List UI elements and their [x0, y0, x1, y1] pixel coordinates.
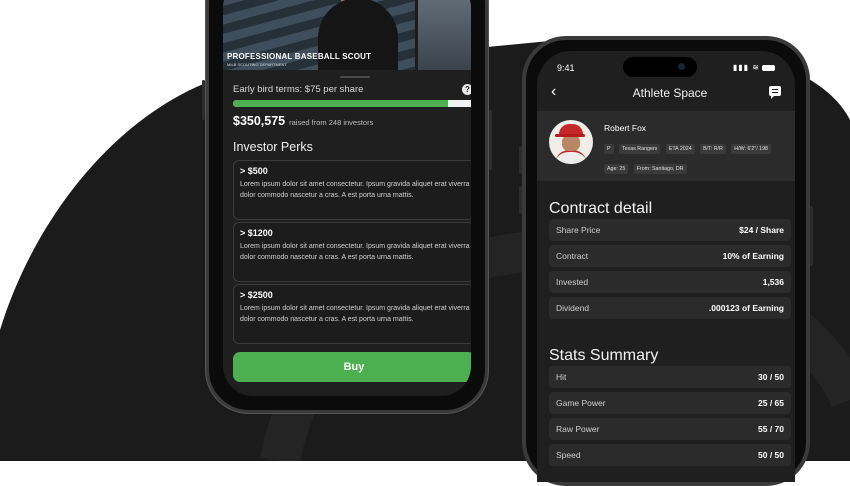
- status-time: 9:41: [557, 63, 575, 73]
- row-value: 50 / 50: [758, 450, 784, 460]
- contract-row: Invested 1,536: [549, 271, 791, 293]
- power-button: [489, 110, 492, 170]
- avatar[interactable]: [549, 120, 593, 164]
- perk-card[interactable]: > $500 Lorem ipsum dolor sit amet consec…: [233, 160, 471, 220]
- row-value: 55 / 70: [758, 424, 784, 434]
- power-button: [810, 206, 813, 266]
- perk-tier: > $1200: [240, 228, 273, 238]
- player-tag: P: [604, 144, 614, 154]
- perk-card[interactable]: > $1200 Lorem ipsum dolor sit amet conse…: [233, 222, 471, 282]
- perk-tier: > $500: [240, 166, 268, 176]
- video-second-clip: [418, 0, 471, 70]
- contract-row: Contract 10% of Earning: [549, 245, 791, 267]
- stats-row: Raw Power 55 / 70: [549, 418, 791, 440]
- screen: PROFESSIONAL BASEBALL SCOUT MILB SCOUTIN…: [223, 0, 471, 396]
- stats-row: Speed 50 / 50: [549, 444, 791, 466]
- row-value: 10% of Earning: [722, 251, 784, 261]
- contract-row: Share Price $24 / Share: [549, 219, 791, 241]
- video-thumbnail[interactable]: PROFESSIONAL BASEBALL SCOUT MILB SCOUTIN…: [223, 0, 471, 70]
- raised-summary: $350,575 raised from 248 investors: [233, 112, 373, 130]
- row-label: Hit: [556, 372, 567, 382]
- battery-icon: [762, 64, 775, 71]
- phone-bezel: PROFESSIONAL BASEBALL SCOUT MILB SCOUTIN…: [209, 0, 485, 410]
- phone-left: PROFESSIONAL BASEBALL SCOUT MILB SCOUTIN…: [202, 0, 492, 414]
- player-tag: B/T: R/R: [700, 144, 726, 154]
- raised-amount: $350,575: [233, 114, 286, 128]
- funding-progress-fill: [233, 100, 449, 107]
- perk-description: Lorem ipsum dolor sit amet consectetur. …: [240, 305, 470, 323]
- page-title: Athlete Space: [632, 86, 708, 100]
- row-value: 30 / 50: [758, 372, 784, 382]
- row-label: Speed: [556, 450, 581, 460]
- raised-subtext: raised from 248 investors: [289, 118, 374, 127]
- row-label: Raw Power: [556, 424, 600, 434]
- player-tag: Age: 25: [604, 164, 629, 174]
- row-label: Share Price: [556, 225, 601, 235]
- funding-progress-bar: [233, 100, 471, 107]
- perks-title: Investor Perks: [233, 140, 313, 154]
- chat-bubble-icon[interactable]: [769, 86, 781, 99]
- player-tag: ETA 2024: [665, 144, 695, 154]
- perk-tier: > $2500: [240, 290, 273, 300]
- screen: 9:41 ▮▮▮ ≋ ‹ Athlete Space Robert Fox P …: [537, 51, 795, 482]
- perk-description: Lorem ipsum dolor sit amet consectetur. …: [240, 243, 470, 261]
- row-label: Dividend: [556, 303, 590, 313]
- avatar-face: [562, 135, 580, 151]
- stats-row: Hit 30 / 50: [549, 366, 791, 388]
- avatar-body: [555, 150, 587, 164]
- player-name: Robert Fox: [604, 123, 647, 133]
- perk-card[interactable]: > $2500 Lorem ipsum dolor sit amet conse…: [233, 284, 471, 344]
- avatar-cap-bill: [555, 134, 585, 137]
- row-value: 1,536: [762, 277, 784, 287]
- camera-icon: [678, 63, 685, 70]
- stats-row: Game Power 25 / 65: [549, 392, 791, 414]
- buy-button[interactable]: Buy: [233, 352, 471, 382]
- stats-title: Stats Summary: [549, 347, 659, 364]
- signal-wifi-battery-icons: ▮▮▮ ≋: [733, 63, 775, 72]
- phone-right: 9:41 ▮▮▮ ≋ ‹ Athlete Space Robert Fox P …: [519, 36, 813, 486]
- contract-title: Contract detail: [549, 200, 653, 217]
- volume-button: [202, 80, 205, 120]
- volume-down-button: [519, 186, 522, 214]
- row-label: Contract: [556, 251, 589, 261]
- player-tags: P Texas Rangers ETA 2024 B/T: R/R H/W: 6…: [604, 137, 794, 177]
- volume-up-button: [519, 146, 522, 174]
- video-caption: PROFESSIONAL BASEBALL SCOUT: [227, 52, 372, 61]
- player-tag: Texas Rangers: [619, 144, 661, 154]
- question-circle-icon[interactable]: ?: [462, 84, 471, 95]
- row-label: Invested: [556, 277, 589, 287]
- terms-text: Early bird terms: $75 per share: [233, 84, 364, 95]
- contract-row: Dividend .000123 of Earning: [549, 297, 791, 319]
- perk-description: Lorem ipsum dolor sit amet consectetur. …: [240, 181, 470, 199]
- video-subcaption: MILB SCOUTING DEPARTMENT: [227, 62, 287, 67]
- row-value: $24 / Share: [739, 225, 784, 235]
- dynamic-island: [623, 57, 697, 77]
- player-tag: H/W: 6'2"/ 198: [731, 144, 772, 154]
- row-label: Game Power: [556, 398, 606, 408]
- player-tag: From: Santiago, DR: [633, 164, 687, 174]
- sheet-grabber[interactable]: [340, 76, 370, 78]
- row-value: .000123 of Earning: [708, 303, 784, 313]
- row-value: 25 / 65: [758, 398, 784, 408]
- phone-bezel: 9:41 ▮▮▮ ≋ ‹ Athlete Space Robert Fox P …: [526, 40, 806, 482]
